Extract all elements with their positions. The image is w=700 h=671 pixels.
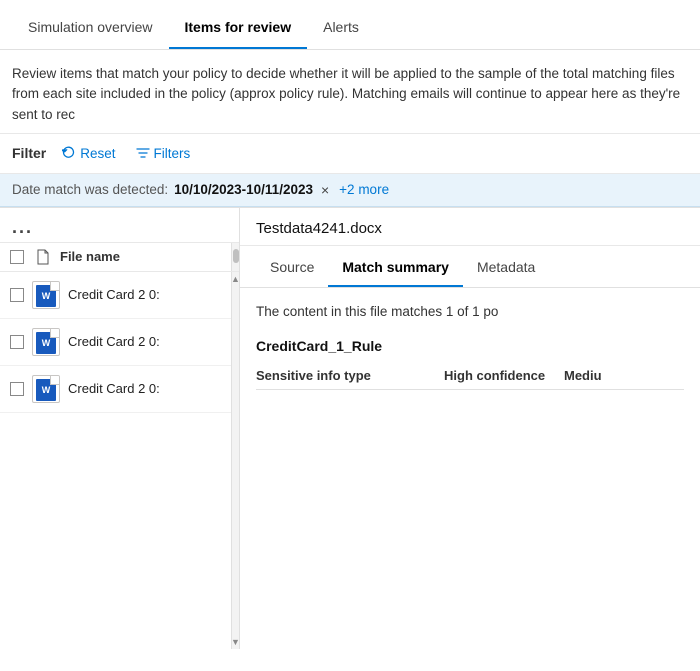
- date-filter-value: 10/10/2023-10/11/2023: [174, 182, 313, 197]
- file-name-2: Credit Card 2 0:: [68, 334, 160, 349]
- file-checkbox-3[interactable]: [10, 382, 24, 396]
- date-filter-label: Date match was detected:: [12, 182, 168, 197]
- right-panel-content: The content in this file matches 1 of 1 …: [240, 288, 700, 649]
- reset-icon: [62, 146, 76, 160]
- list-scroll-track[interactable]: ▲ ▼: [231, 272, 239, 649]
- select-all-checkbox[interactable]: [10, 250, 24, 264]
- main-content: ... File name W: [0, 207, 700, 649]
- file-name-1: Credit Card 2 0:: [68, 287, 160, 302]
- tab-metadata[interactable]: Metadata: [463, 249, 549, 287]
- page-description: Review items that match your policy to d…: [0, 50, 700, 134]
- sensitive-table-header: Sensitive info type High confidence Medi…: [256, 368, 684, 390]
- scroll-track[interactable]: [231, 243, 239, 271]
- sensitive-col-medium: Mediu: [564, 368, 684, 383]
- sub-tabs: Source Match summary Metadata: [240, 246, 700, 288]
- date-filter-close[interactable]: ×: [321, 182, 329, 198]
- left-panel-header: ...: [0, 208, 239, 243]
- file-table-header: File name: [0, 243, 239, 272]
- active-filters-row: Date match was detected: 10/10/2023-10/1…: [0, 174, 700, 207]
- reset-button[interactable]: Reset: [58, 144, 119, 163]
- scroll-up-arrow[interactable]: ▲: [231, 274, 239, 284]
- rule-name: CreditCard_1_Rule: [256, 338, 684, 354]
- more-options-button[interactable]: ...: [12, 218, 33, 236]
- more-filters-button[interactable]: +2 more: [339, 182, 389, 197]
- filter-label: Filter: [12, 145, 46, 161]
- file-name-3: Credit Card 2 0:: [68, 381, 160, 396]
- word-file-icon-3: W: [32, 375, 60, 403]
- tab-source[interactable]: Source: [256, 249, 328, 287]
- nav-simulation-overview[interactable]: Simulation overview: [12, 7, 169, 49]
- left-panel: ... File name W: [0, 208, 240, 649]
- file-checkbox-1[interactable]: [10, 288, 24, 302]
- scroll-down-arrow[interactable]: ▼: [231, 637, 239, 647]
- file-checkbox-2[interactable]: [10, 335, 24, 349]
- right-panel: Testdata4241.docx Source Match summary M…: [240, 208, 700, 649]
- filters-icon: [136, 146, 150, 160]
- file-title: Testdata4241.docx: [240, 208, 700, 246]
- top-nav: Simulation overview Items for review Ale…: [0, 0, 700, 50]
- word-file-icon-2: W: [32, 328, 60, 356]
- file-row[interactable]: W Credit Card 2 0:: [0, 366, 239, 413]
- tab-match-summary[interactable]: Match summary: [328, 249, 463, 287]
- match-description-text: The content in this file matches 1 of 1 …: [256, 302, 684, 322]
- sensitive-col-type: Sensitive info type: [256, 368, 444, 383]
- filters-button[interactable]: Filters: [132, 144, 195, 163]
- word-file-icon-1: W: [32, 281, 60, 309]
- file-icon-col: [36, 249, 50, 265]
- reset-label: Reset: [80, 146, 115, 161]
- sensitive-col-high: High confidence: [444, 368, 564, 383]
- file-list: W Credit Card 2 0: W Credit Card 2 0:: [0, 272, 239, 649]
- filter-bar: Filter Reset Filters: [0, 134, 700, 174]
- file-row[interactable]: W Credit Card 2 0:: [0, 272, 239, 319]
- date-filter-tag: Date match was detected: 10/10/2023-10/1…: [12, 182, 329, 198]
- nav-alerts[interactable]: Alerts: [307, 7, 375, 49]
- file-row[interactable]: W Credit Card 2 0:: [0, 319, 239, 366]
- nav-items-for-review[interactable]: Items for review: [169, 7, 308, 49]
- file-name-col-header: File name: [60, 249, 120, 264]
- filters-label: Filters: [154, 146, 191, 161]
- scroll-thumb-top: [233, 249, 239, 263]
